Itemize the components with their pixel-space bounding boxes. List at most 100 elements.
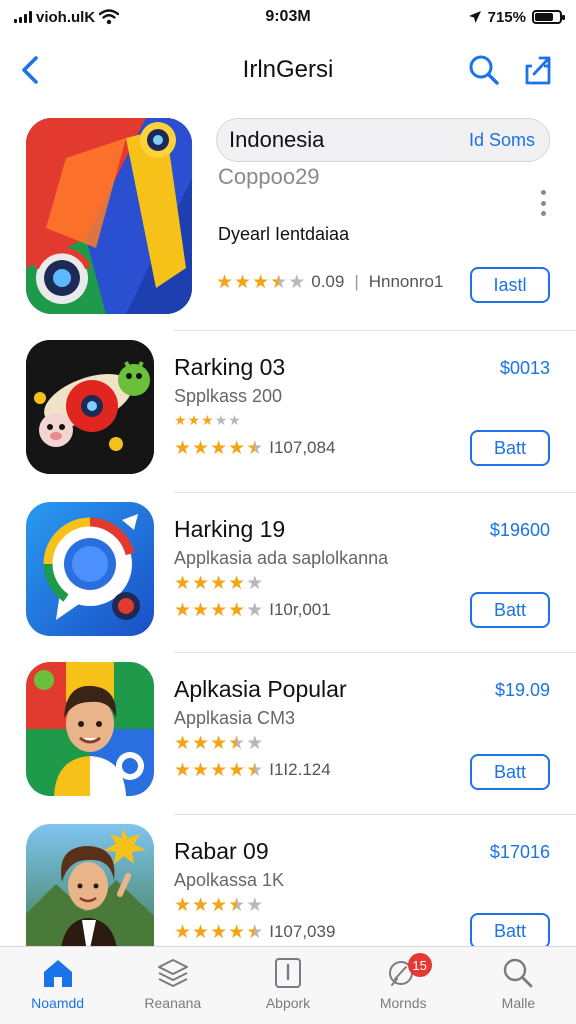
featured-meta: ★ ★ ★ ★ ★ 0.09 | Hnnonro1 (216, 272, 443, 292)
search-icon (504, 958, 533, 988)
tab-stack[interactable]: Reanana (115, 947, 230, 1024)
app-price: $19.09 (494, 680, 550, 700)
rating-stars: ★ ★ ★ ★ ★ (174, 761, 263, 780)
app-subtitle: Apolkassa 1K (174, 870, 285, 890)
star-icon: ★ (210, 733, 228, 754)
get-button[interactable]: Batt (470, 754, 550, 790)
divider (174, 652, 576, 653)
star-icon: ★ (246, 759, 264, 781)
book-icon (275, 958, 301, 988)
star-icon: ★ (234, 271, 252, 293)
star-icon: ★ (187, 412, 201, 428)
tab-label: Reanana (144, 995, 202, 1011)
share-button[interactable] (518, 50, 558, 90)
app-icon (26, 824, 154, 946)
app-small-rating: ★ ★ ★ ★ ★ (174, 574, 263, 594)
featured-pill-title: Indonesia (229, 127, 325, 152)
star-icon: ★ (174, 573, 192, 594)
app-price: $17016 (489, 842, 550, 862)
app-small-rating: ★ ★ ★ ★ ★ (174, 896, 263, 916)
game-monster-icon (26, 340, 154, 474)
star-icon: ★ (228, 921, 246, 943)
star-icon: ★ (246, 895, 264, 916)
app-subtitle: Applkasia ada saplolkanna (174, 548, 389, 568)
star-icon: ★ (228, 573, 246, 594)
tab-label: Mornds (379, 995, 427, 1011)
small-rating-stars: ★ ★ ★ ★ ★ (174, 896, 263, 915)
rating-count: I10r,001 (269, 600, 331, 619)
star-icon: ★ (228, 437, 246, 459)
star-icon: ★ (174, 599, 192, 621)
app-title: Harking 19 (174, 516, 286, 542)
app-rating: ★ ★ ★ ★ ★ I1I2.124 (174, 760, 331, 780)
tab-search[interactable]: Malle (461, 947, 576, 1024)
star-icon: ★ (252, 271, 270, 293)
battery-percent: 715% (487, 8, 526, 26)
divider (174, 330, 576, 331)
featured-rating-count: 0.09 (311, 272, 345, 291)
star-icon: ★ (246, 599, 264, 621)
small-rating-stars: ★ ★ ★ ★ ★ (174, 574, 263, 593)
featured-get-button[interactable]: Iastl (470, 267, 550, 303)
featured-description: Dyearl Ientdaiaa (218, 224, 350, 244)
star-icon: ★ (192, 733, 210, 754)
star-icon: ★ (216, 271, 234, 293)
get-button[interactable]: Batt (470, 430, 550, 466)
get-button[interactable]: Batt (470, 913, 550, 949)
tab-label: Abpork (265, 995, 311, 1011)
rating-count: I107,084 (269, 438, 336, 457)
star-icon: ★ (210, 921, 228, 943)
get-button[interactable]: Batt (470, 592, 550, 628)
status-left: vioh.ulK (14, 9, 214, 26)
star-icon: ★ (228, 895, 246, 916)
tab-bar: Noamdd Reanana Abpork 15 Mornds Malle (0, 946, 576, 1024)
star-icon: ★ (288, 271, 306, 293)
chat-bubble-icon (26, 502, 154, 636)
tab-label: Noamdd (31, 995, 85, 1011)
tab-home[interactable]: Noamdd (0, 947, 115, 1024)
star-icon: ★ (174, 895, 192, 916)
tab-rocket[interactable]: 15 Mornds (346, 947, 461, 1024)
list-item[interactable]: Rarking 03 Spplkass 200 ★ ★ ★ ★ ★ ★ ★ ★ ★ ★ I107… (0, 340, 576, 490)
star-icon: ★ (246, 573, 264, 594)
featured-app-icon[interactable] (26, 118, 192, 314)
list-item[interactable]: Harking 19 Applkasia ada saplolkanna ★ ★ ★… (0, 502, 576, 652)
app-title: Rarking 03 (174, 354, 286, 380)
status-time: 9:03M (265, 8, 311, 25)
star-icon: ★ (192, 759, 210, 781)
list-item[interactable]: Aplkasia Popular Applkasia CM3 ★ ★ ★ ★ ★ ★ ★ ★… (0, 662, 576, 812)
more-options-icon[interactable] (536, 190, 550, 216)
star-icon: ★ (192, 599, 210, 621)
search-button[interactable] (464, 50, 504, 90)
rating-stars: ★ ★ ★ ★ ★ (174, 923, 263, 942)
rating-stars: ★ ★ ★ ★ ★ (174, 601, 263, 620)
carrier-label: vioh.ulK (36, 8, 96, 26)
star-icon: ★ (174, 921, 192, 943)
featured-pill[interactable]: Indonesia Id Soms (216, 118, 550, 162)
app-title: Aplkasia Popular (174, 676, 347, 702)
star-icon: ★ (228, 759, 246, 781)
featured-developer: Hnnonro1 (368, 272, 444, 291)
battery-icon (532, 10, 565, 24)
app-price: $19600 (489, 520, 550, 540)
star-icon: ★ (192, 573, 210, 594)
tab-book[interactable]: Abpork (230, 947, 345, 1024)
featured-pill-link[interactable]: Id Soms (469, 130, 535, 151)
rating-stars: ★ ★ ★ ★ ★ (174, 439, 263, 458)
tab-label: Malle (501, 995, 536, 1011)
app-artwork-icon (26, 118, 192, 314)
app-icon (26, 502, 154, 636)
star-icon: ★ (210, 573, 228, 594)
app-subtitle: Applkasia CM3 (174, 708, 296, 728)
app-icon (26, 340, 154, 474)
star-icon: ★ (210, 437, 228, 459)
star-icon: ★ (174, 437, 192, 459)
character-avatar-icon (26, 662, 154, 796)
search-icon (469, 55, 499, 85)
divider (174, 814, 576, 815)
app-rating: ★ ★ ★ ★ ★ I107,084 (174, 438, 335, 458)
status-bar: vioh.ulK 9:03M 715% (0, 0, 576, 34)
app-small-rating: ★ ★ ★ ★ ★ (174, 412, 241, 430)
app-title: Rabar 09 (174, 838, 269, 864)
star-icon: ★ (246, 437, 264, 459)
